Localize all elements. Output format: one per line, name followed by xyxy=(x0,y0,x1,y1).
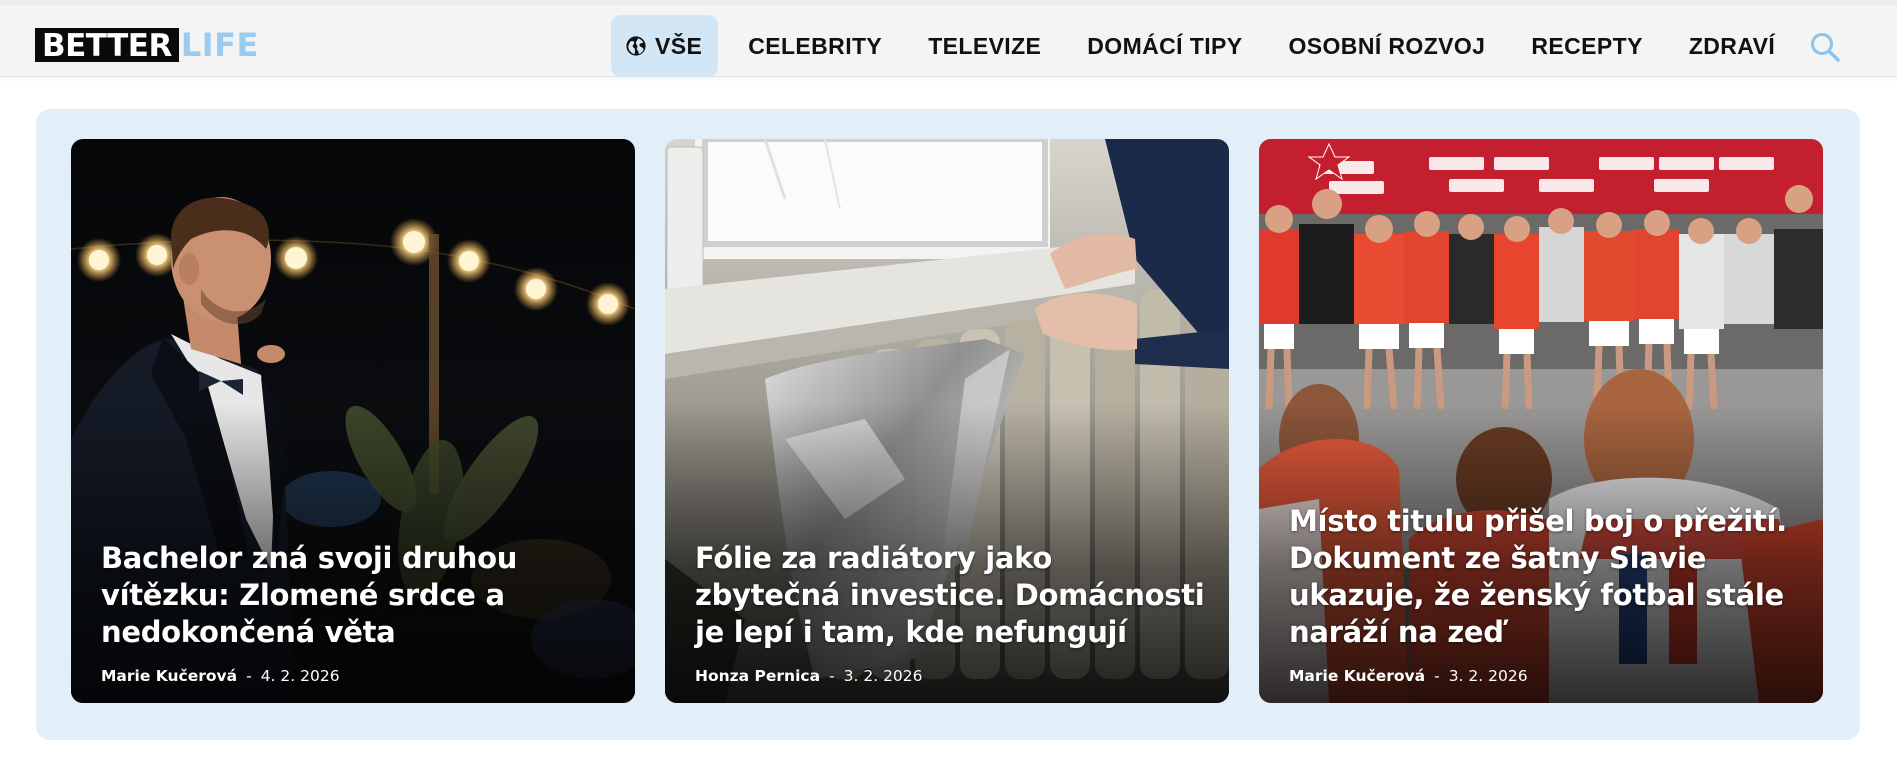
site-logo[interactable]: BETTER LIFE xyxy=(35,27,259,63)
article-title[interactable]: Fólie za radiátory jako zbytečná investi… xyxy=(695,540,1205,651)
article-date: 3. 2. 2026 xyxy=(843,667,923,685)
article-author: Marie Kučerová xyxy=(101,667,238,685)
search-button[interactable] xyxy=(1808,30,1842,64)
article-meta: Honza Pernica - 3. 2. 2026 xyxy=(695,667,923,685)
meta-separator: - xyxy=(1434,667,1440,685)
article-card-bachelor[interactable]: Bachelor zná svoji druhou vítězku: Zlome… xyxy=(71,139,635,703)
logo-text-life: LIFE xyxy=(180,26,259,64)
article-title[interactable]: Místo titulu přišel boj o přežití. Dokum… xyxy=(1289,503,1799,651)
article-date: 4. 2. 2026 xyxy=(260,667,340,685)
site-header: BETTER LIFE VŠE CELEBRITY TELEVIZE DOMÁC… xyxy=(0,5,1897,77)
nav-item-label: VŠE xyxy=(655,32,703,59)
nav-item-osobni-rozvoj[interactable]: OSOBNÍ ROZVOJ xyxy=(1288,15,1485,77)
article-card-slavia[interactable]: Místo titulu přišel boj o přežití. Dokum… xyxy=(1259,139,1823,703)
article-title[interactable]: Bachelor zná svoji druhou vítězku: Zlome… xyxy=(101,540,611,651)
nav-item-recepty[interactable]: RECEPTY xyxy=(1531,15,1642,77)
article-author: Honza Pernica xyxy=(695,667,821,685)
nav-item-televize[interactable]: TELEVIZE xyxy=(928,15,1041,77)
globe-icon xyxy=(626,36,646,56)
meta-separator: - xyxy=(246,667,252,685)
article-meta: Marie Kučerová - 3. 2. 2026 xyxy=(1289,667,1528,685)
article-card-radiator[interactable]: Fólie za radiátory jako zbytečná investi… xyxy=(665,139,1229,703)
nav-item-vse[interactable]: VŠE xyxy=(611,15,719,77)
article-meta: Marie Kučerová - 4. 2. 2026 xyxy=(101,667,340,685)
search-icon xyxy=(1811,33,1840,62)
meta-separator: - xyxy=(829,667,835,685)
nav-item-celebrity[interactable]: CELEBRITY xyxy=(748,15,882,77)
nav-item-domaci-tipy[interactable]: DOMÁCÍ TIPY xyxy=(1087,15,1242,77)
main-nav: VŠE CELEBRITY TELEVIZE DOMÁCÍ TIPY OSOBN… xyxy=(611,15,1789,77)
article-author: Marie Kučerová xyxy=(1289,667,1426,685)
article-date: 3. 2. 2026 xyxy=(1448,667,1528,685)
nav-item-zdravi[interactable]: ZDRAVÍ xyxy=(1689,15,1775,77)
logo-text-better: BETTER xyxy=(35,28,179,62)
